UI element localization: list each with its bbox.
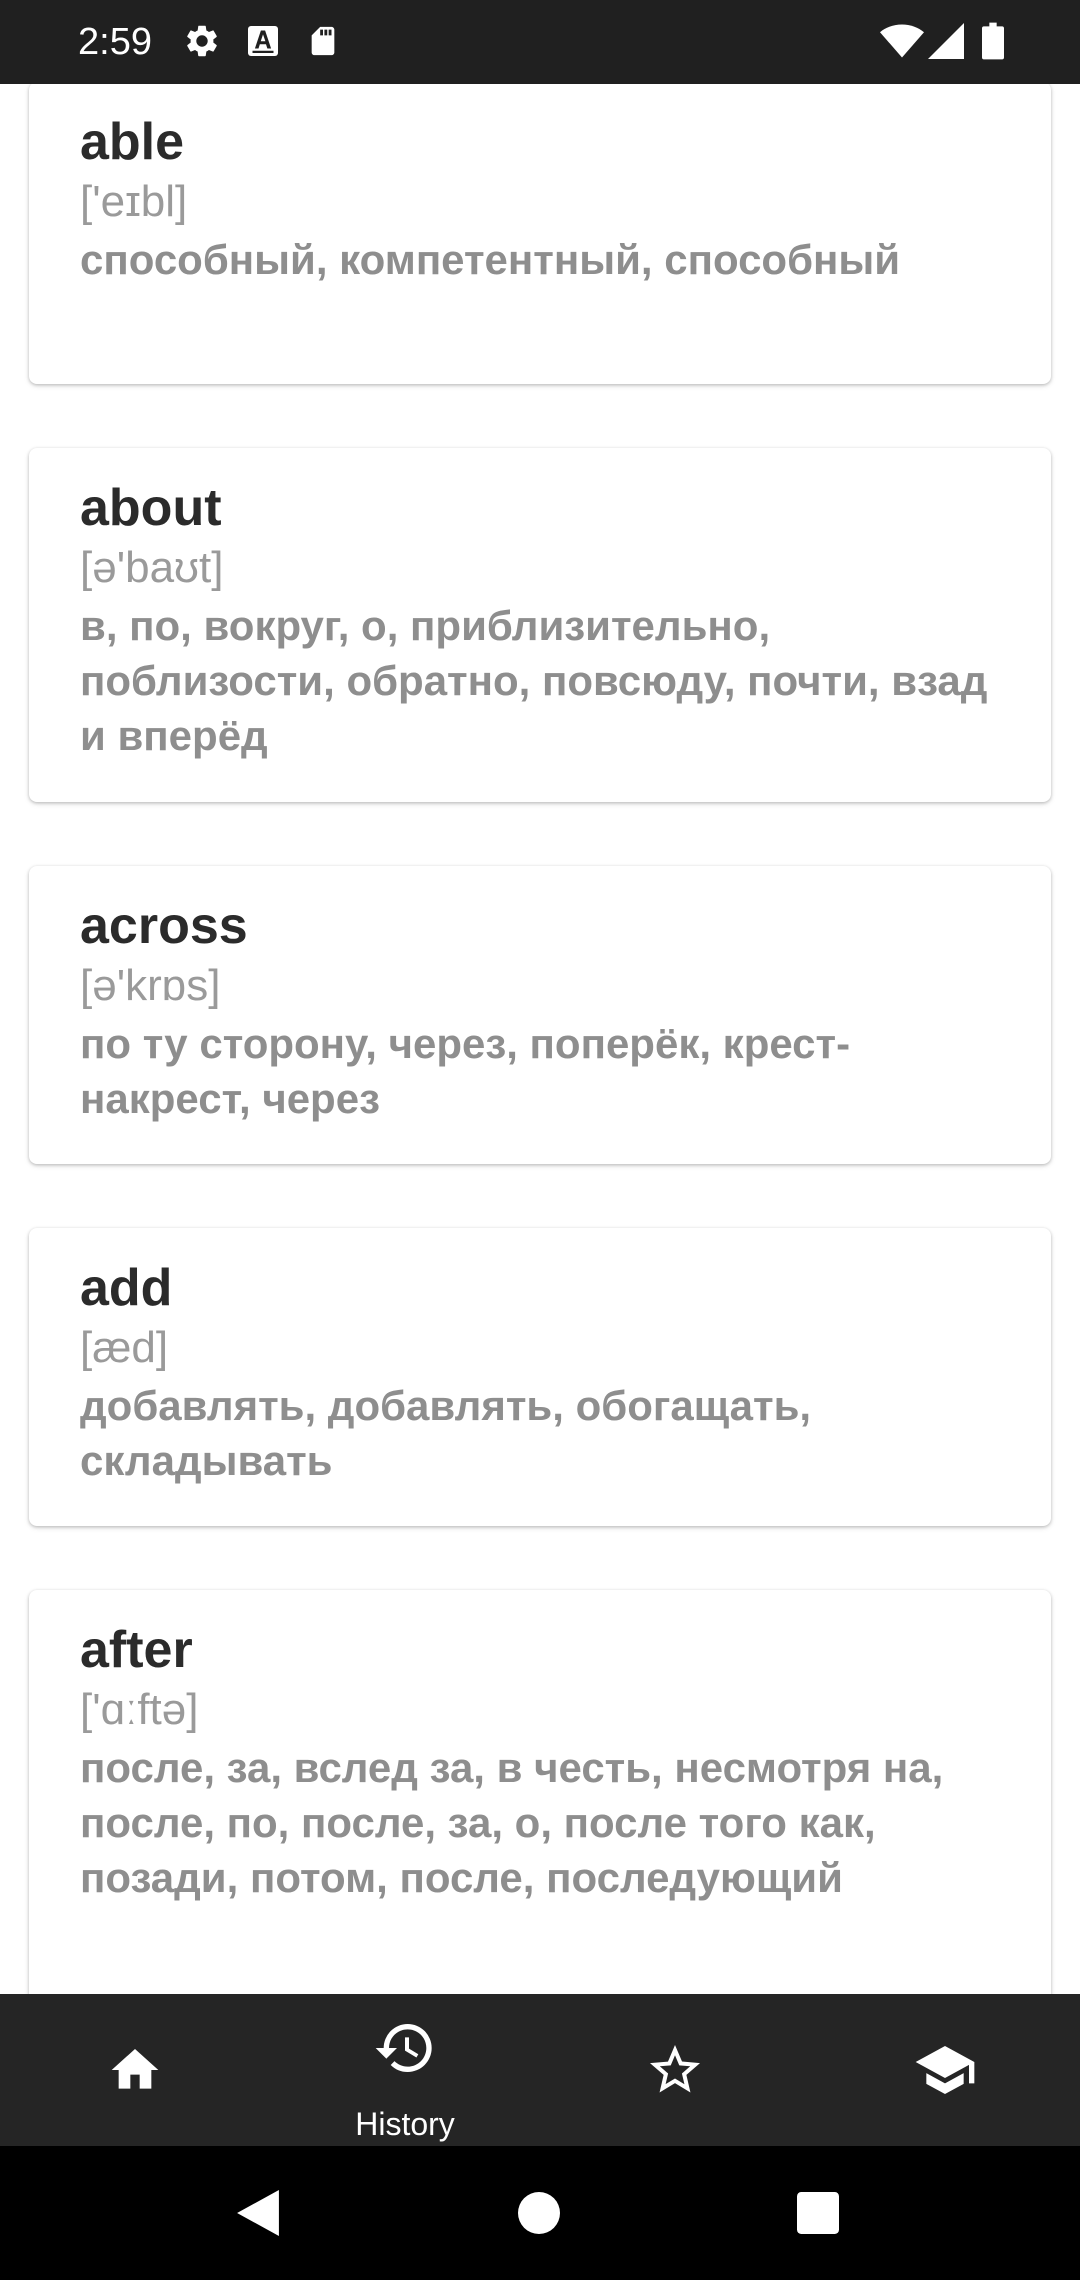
word-card[interactable]: across [ə'krɒs] по ту сторону, через, по… bbox=[29, 866, 1051, 1164]
word-transcription: ['ɑːftə] bbox=[80, 1685, 199, 1734]
system-navigation-bar bbox=[0, 2146, 1080, 2280]
signal-icon bbox=[928, 23, 964, 59]
nav-home[interactable] bbox=[0, 1994, 270, 2146]
word-translation: в, по, вокруг, о, приблизительно, поблиз… bbox=[80, 602, 988, 759]
nav-learn[interactable] bbox=[810, 1994, 1080, 2146]
word-card[interactable]: after ['ɑːftə] после, за, вслед за, в че… bbox=[29, 1590, 1051, 1994]
back-icon[interactable] bbox=[236, 2190, 280, 2236]
bottom-navigation: History bbox=[0, 1994, 1080, 2146]
wifi-icon bbox=[880, 24, 924, 58]
status-bar: 2:59 bbox=[0, 0, 1080, 84]
font-a-icon bbox=[248, 26, 278, 56]
word-translation: по ту сторону, через, поперёк, крест-нак… bbox=[80, 1020, 851, 1122]
word-translation: добавлять, добавлять, обогащать, складыв… bbox=[80, 1382, 812, 1484]
history-list[interactable]: able ['eɪbl] способный, компетентный, сп… bbox=[0, 84, 1080, 1994]
word-translation: способный, компетентный, способный bbox=[80, 236, 901, 283]
word-transcription: [æd] bbox=[80, 1323, 169, 1372]
word-transcription: ['eɪbl] bbox=[80, 177, 188, 226]
word-translation: после, за, вслед за, в честь, несмотря н… bbox=[80, 1744, 944, 1901]
word-title: about bbox=[80, 479, 222, 537]
nav-history[interactable]: History bbox=[270, 1994, 540, 2146]
word-card[interactable]: able ['eɪbl] способный, компетентный, сп… bbox=[29, 84, 1051, 384]
graduation-cap-icon bbox=[915, 2046, 975, 2094]
nav-favorites[interactable] bbox=[540, 1994, 810, 2146]
home-icon bbox=[111, 2049, 159, 2089]
status-time: 2:59 bbox=[78, 21, 152, 63]
home-circle-icon[interactable] bbox=[518, 2192, 560, 2234]
word-title: able bbox=[80, 113, 185, 171]
word-transcription: [ə'krɒs] bbox=[80, 961, 221, 1010]
sd-card-icon bbox=[311, 26, 335, 56]
word-card[interactable]: about [ə'baʊt] в, по, вокруг, о, приблиз… bbox=[29, 448, 1051, 802]
history-icon bbox=[375, 2024, 432, 2072]
settings-icon bbox=[187, 25, 217, 57]
nav-history-label: History bbox=[355, 2106, 455, 2142]
word-title: across bbox=[80, 897, 248, 955]
star-icon bbox=[650, 2045, 700, 2093]
word-card[interactable]: add [æd] добавлять, добавлять, обогащать… bbox=[29, 1228, 1051, 1526]
word-title: add bbox=[80, 1259, 173, 1317]
recents-icon[interactable] bbox=[797, 2192, 839, 2234]
word-transcription: [ə'baʊt] bbox=[80, 543, 224, 592]
word-title: after bbox=[80, 1621, 193, 1679]
battery-icon bbox=[982, 22, 1004, 60]
